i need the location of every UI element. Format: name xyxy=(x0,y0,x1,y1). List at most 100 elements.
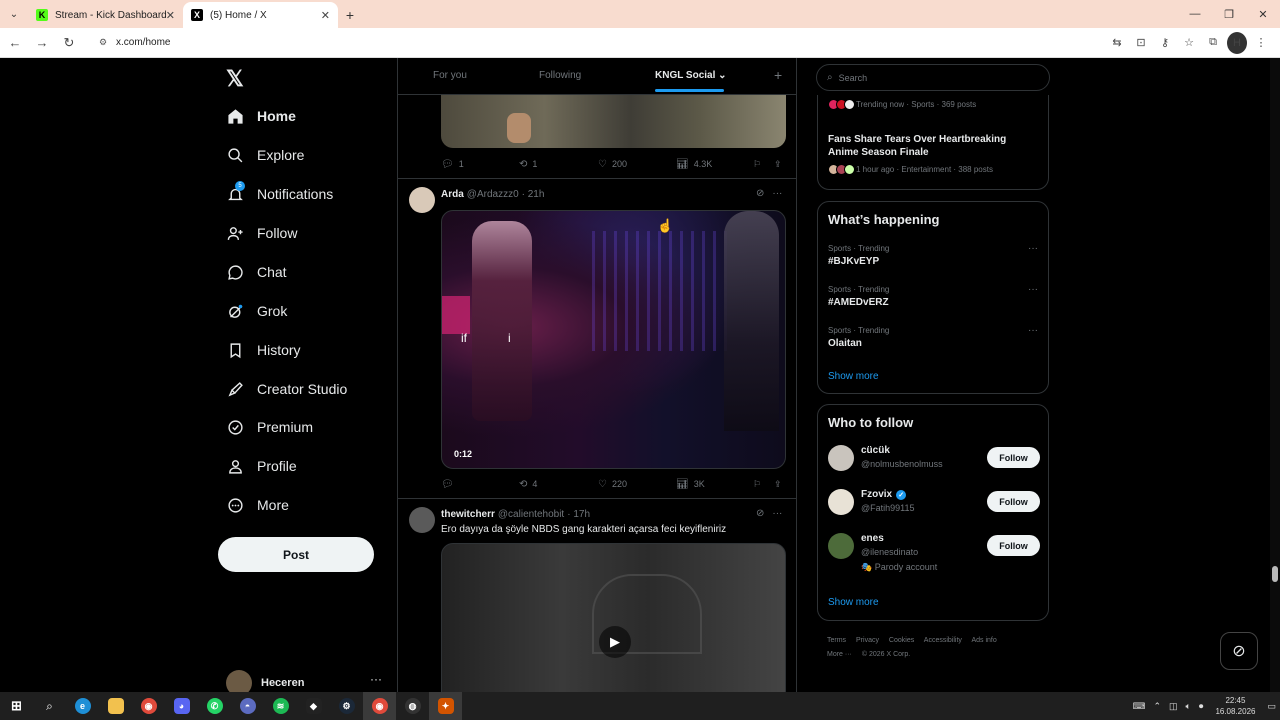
app-icon[interactable]: ◍ xyxy=(396,692,429,720)
minimize-icon[interactable]: — xyxy=(1178,0,1212,28)
whatsapp-icon[interactable]: ✆ xyxy=(198,692,231,720)
post-time[interactable]: · 17h xyxy=(567,509,590,520)
extensions-icon[interactable]: ⧉ xyxy=(1202,32,1224,54)
network-icon[interactable]: ◫ xyxy=(1169,701,1178,712)
password-key-icon[interactable]: ⚷ xyxy=(1154,32,1176,54)
scrollbar[interactable] xyxy=(1270,58,1280,692)
views-button[interactable]: 📊︎ 4.3K xyxy=(676,159,712,170)
site-info-icon[interactable]: ⚙ xyxy=(99,37,111,48)
translate-icon[interactable]: ⇆ xyxy=(1106,32,1128,54)
close-window-icon[interactable]: ✕ xyxy=(1246,0,1280,28)
back-icon[interactable]: ← xyxy=(3,31,27,55)
reply-button[interactable]: 💬︎ 1 xyxy=(441,159,464,170)
account-more-icon[interactable]: ··· xyxy=(370,672,382,686)
footer-link[interactable]: Privacy xyxy=(856,637,879,644)
nav-explore[interactable]: Explore xyxy=(226,140,304,170)
app-icon[interactable]: ◓ xyxy=(231,692,264,720)
trend-name[interactable]: #BJKvEYP xyxy=(828,256,879,267)
bookmark-star-icon[interactable]: ☆ xyxy=(1178,32,1200,54)
x-logo-icon[interactable]: 𝕏 xyxy=(226,66,244,92)
views-button[interactable]: 📊︎ 3K xyxy=(676,479,705,490)
nav-chat[interactable]: Chat xyxy=(226,257,287,287)
footer-link[interactable]: Ads info xyxy=(971,637,996,644)
tab-for-you[interactable]: For you xyxy=(433,70,467,81)
follow-button[interactable]: Follow xyxy=(987,447,1040,468)
add-timeline-icon[interactable]: + xyxy=(774,67,782,83)
nav-creator-studio[interactable]: Creator Studio xyxy=(226,374,347,404)
share-button[interactable]: ⇪ xyxy=(774,479,782,490)
reload-icon[interactable]: ↻ xyxy=(57,31,81,55)
profile-avatar[interactable]: H xyxy=(1226,31,1248,54)
tray-chevron-icon[interactable]: ⌃ xyxy=(1153,701,1161,712)
footer-link[interactable]: Terms xyxy=(827,637,846,644)
volume-icon[interactable]: 🔈︎ xyxy=(1186,701,1191,712)
search-icon[interactable]: ⌕ xyxy=(33,692,66,720)
grok-explain-icon[interactable]: ⊘ xyxy=(756,508,764,519)
grok-explain-icon[interactable]: ⊘ xyxy=(756,188,764,199)
search-input[interactable]: ⌕ Search xyxy=(816,64,1050,91)
clock[interactable]: 22:45 16.08.2026 xyxy=(1215,695,1255,717)
chrome-active-icon[interactable]: ◉ xyxy=(363,692,396,720)
author-handle[interactable]: @Ardazzz0 xyxy=(467,189,519,200)
footer-link[interactable]: Cookies xyxy=(889,637,914,644)
file-explorer-icon[interactable] xyxy=(99,692,132,720)
like-button[interactable]: ♡ 200 xyxy=(598,159,627,170)
footer-link[interactable]: More ··· xyxy=(827,651,852,658)
chrome-icon[interactable]: ◉ xyxy=(132,692,165,720)
start-icon[interactable]: ⊞ xyxy=(0,692,33,720)
notifications-icon[interactable]: ▭ xyxy=(1267,701,1276,712)
app-icon[interactable]: ✦ xyxy=(429,692,462,720)
nav-history[interactable]: History xyxy=(226,335,301,365)
show-more-link[interactable]: Show more xyxy=(828,371,879,382)
discord-icon[interactable]: ◕ xyxy=(165,692,198,720)
restore-icon[interactable]: ❐ xyxy=(1212,0,1246,28)
nav-follow[interactable]: Follow xyxy=(226,218,297,248)
news-headline[interactable]: Fans Share Tears Over Heartbreaking Anim… xyxy=(828,133,1038,159)
install-app-icon[interactable]: ⊡ xyxy=(1130,32,1152,54)
keyboard-icon[interactable]: ⌨ xyxy=(1132,701,1145,712)
more-options-icon[interactable]: ··· xyxy=(1028,243,1038,254)
new-tab-button[interactable]: + xyxy=(338,2,362,28)
tab-kngl-social[interactable]: KNGL Social ⌄ xyxy=(655,70,727,81)
author-handle[interactable]: @calientehobit xyxy=(498,509,564,520)
follow-suggestion[interactable]: enes @ilenesdinato 🎭 Parody account Foll… xyxy=(828,533,1040,578)
browser-menu-icon[interactable]: ⋮ xyxy=(1250,32,1272,54)
steam-icon[interactable]: ⚙ xyxy=(330,692,363,720)
nav-more[interactable]: More xyxy=(226,490,289,520)
more-options-icon[interactable]: ··· xyxy=(772,188,782,199)
tab-x-home[interactable]: X (5) Home / X ✕ xyxy=(183,2,338,28)
post-time[interactable]: · 21h xyxy=(522,189,545,200)
nav-home[interactable]: Home xyxy=(226,101,296,131)
play-icon[interactable]: ▶ xyxy=(599,626,631,658)
nav-notifications[interactable]: 5 Notifications xyxy=(226,179,333,209)
trend-name[interactable]: #AMEDvERZ xyxy=(828,297,889,308)
trend-name[interactable]: Olaitan xyxy=(828,338,862,349)
bookmark-button[interactable]: ⚐ xyxy=(753,159,761,170)
forward-icon[interactable]: → xyxy=(30,31,54,55)
grok-fab-icon[interactable]: ⊘ xyxy=(1220,632,1258,670)
nav-grok[interactable]: Grok xyxy=(226,296,287,326)
reply-button[interactable]: 💬︎ xyxy=(441,479,459,490)
close-tab-icon[interactable]: ✕ xyxy=(321,9,330,22)
like-button[interactable]: ♡ 220 xyxy=(598,479,627,490)
nav-premium[interactable]: Premium xyxy=(226,412,313,442)
follow-button[interactable]: Follow xyxy=(987,535,1040,556)
show-more-link[interactable]: Show more xyxy=(828,597,879,608)
close-tab-icon[interactable]: ✕ xyxy=(166,9,175,22)
avatar[interactable] xyxy=(409,507,435,533)
tab-search-icon[interactable]: ⌄ xyxy=(0,0,28,28)
mic-icon[interactable]: ⏺ xyxy=(1199,701,1204,712)
more-options-icon[interactable]: ··· xyxy=(1028,284,1038,295)
more-options-icon[interactable]: ··· xyxy=(772,508,782,519)
post-media-image[interactable] xyxy=(441,95,786,148)
follow-button[interactable]: Follow xyxy=(987,491,1040,512)
repost-button[interactable]: ⟲ 1 xyxy=(519,159,537,170)
follow-suggestion[interactable]: Fzovix ✓ @Fatih99115 Follow xyxy=(828,489,1040,523)
spotify-icon[interactable]: ≋ xyxy=(264,692,297,720)
repost-button[interactable]: ⟲ 4 xyxy=(519,479,537,490)
scrollbar-thumb[interactable] xyxy=(1272,566,1278,582)
author-name[interactable]: Arda xyxy=(441,189,464,200)
bookmark-button[interactable]: ⚐ xyxy=(753,479,761,490)
post-button[interactable]: Post xyxy=(218,537,374,572)
footer-link[interactable]: Accessibility xyxy=(924,637,962,644)
